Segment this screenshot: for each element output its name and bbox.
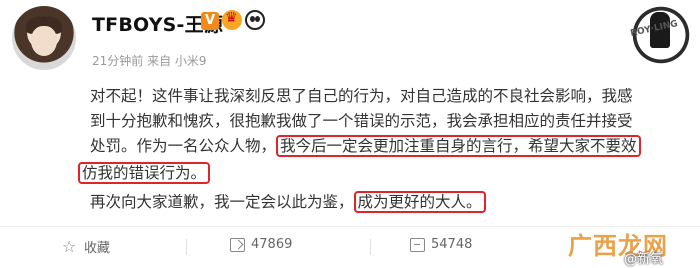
share-button[interactable]: 47869 — [230, 237, 292, 252]
post-line-3: 处罚。作为一名公众人物， 我今后一定会更加注重自身的言行，希望大家不要效 — [90, 134, 641, 157]
post-line-5-text: 再次向大家道歉，我一定会以此为鉴， — [90, 193, 354, 211]
post-line-3-text: 处罚。作为一名公众人物， — [90, 137, 277, 155]
favorite-label: 收藏 — [84, 241, 111, 256]
crown-badge-icon — [222, 10, 242, 30]
verified-badge-icon: V — [201, 12, 219, 30]
post-line-5: 再次向大家道歉，我一定会以此为鉴， 成为更好的大人。 — [90, 190, 486, 213]
star-icon: ☆ — [62, 236, 77, 256]
post-line-1: 对不起！这件事让我深刻反思了自己的行为，对自己造成的不良社会影响，我感 — [90, 87, 633, 105]
divider — [186, 239, 187, 255]
panda-badge-icon — [245, 10, 265, 30]
divider — [370, 239, 371, 255]
highlighted-text-1: 我今后一定会更加注重自身的言行，希望大家不要效 — [276, 135, 641, 157]
avatar-face — [31, 26, 57, 56]
post-line-2: 到十分抱歉和愧疚，很抱歉我做了一个错误的示范，我会承担相应的责任并接受 — [90, 112, 633, 130]
watermark-avatar-icon: ROY·LING — [628, 2, 694, 68]
comment-icon — [410, 237, 425, 252]
share-icon — [230, 237, 245, 252]
highlighted-text-3: 成为更好的大人。 — [353, 191, 486, 213]
avatar[interactable] — [12, 6, 76, 70]
comment-button[interactable]: 54748 — [410, 237, 472, 252]
favorite-button[interactable]: ☆ 收藏 — [62, 237, 110, 256]
watermark-bottom: 广西龙网 @新氧 — [560, 226, 700, 268]
comment-count: 54748 — [431, 237, 473, 252]
watermark-small-text: @新氧 — [624, 252, 664, 267]
post-line-4: 仿我的错误行为。 — [78, 161, 211, 184]
share-count: 47869 — [251, 237, 293, 252]
highlighted-text-2: 仿我的错误行为。 — [78, 162, 211, 184]
post-meta: 21分钟前 来自 小米9 — [92, 54, 207, 68]
